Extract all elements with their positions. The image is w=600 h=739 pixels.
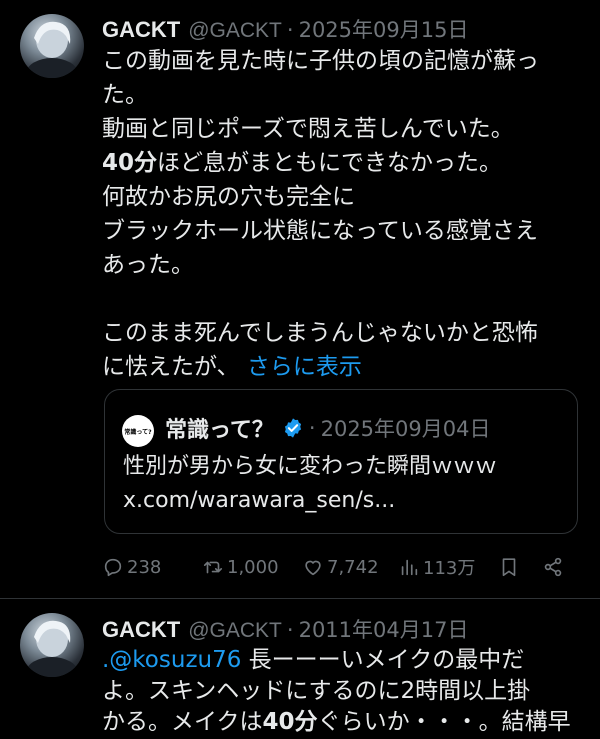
action-bar: 238 1,000 7,742 113万: [102, 552, 572, 582]
reply-icon: [104, 558, 122, 577]
reply-button[interactable]: 238: [102, 552, 161, 582]
tweet-line: よ。スキンヘッドにするのに2時間以上掛: [102, 678, 531, 704]
author-handle[interactable]: @GACKT: [188, 619, 282, 643]
tweet-line: 何故かお尻の穴も完全に: [102, 184, 355, 210]
like-button[interactable]: 7,742: [302, 552, 379, 582]
tweet-line: に怯えたが、: [102, 354, 240, 380]
bookmark-button[interactable]: [498, 552, 523, 582]
retweet-count: 1,000: [227, 556, 279, 578]
author-handle[interactable]: @GACKT: [188, 19, 282, 43]
quoted-header: 常識って？ · 2025年09月04日: [165, 412, 490, 444]
quoted-line: 性別が男から女に変わった瞬間ｗｗｗ: [123, 454, 498, 479]
tweet-line: このまま死んでしまうんじゃないかと恐怖: [102, 320, 538, 346]
quoted-date: 2025年09月04日: [320, 417, 491, 441]
reply-count: 238: [127, 556, 162, 578]
quoted-author-name[interactable]: 常識って？: [165, 412, 274, 444]
separator-dot: ·: [286, 18, 294, 42]
heart-icon: [305, 560, 321, 576]
view-count: 113万: [423, 558, 476, 579]
tweet-gackt-2011[interactable]: GACKT @GACKT · 2011年04月17日 .@kosuzu76 長ー…: [0, 599, 600, 739]
tweet-header: GACKT @GACKT · 2011年04月17日: [102, 614, 468, 644]
share-icon: [544, 557, 562, 577]
quoted-tweet-card[interactable]: 常識って? 常識って？ · 2025年09月04日 性別が男から女に変わった瞬間…: [104, 389, 578, 534]
tweet-gackt-2025[interactable]: GACKT @GACKT · 2025年09月15日 この動画を見た時に子供の頃…: [0, 0, 600, 598]
tweet-header: GACKT @GACKT · 2025年09月15日: [102, 14, 468, 44]
show-more-link[interactable]: さらに表示: [247, 354, 362, 380]
author-name[interactable]: GACKT: [102, 617, 180, 643]
avatar[interactable]: [20, 613, 84, 677]
tweet-line: ほど息がまともにできなかった。: [157, 150, 503, 176]
tweet-date[interactable]: 2025年09月15日: [299, 14, 469, 44]
tweet-body: .@kosuzu76 長ーーーいメイクの最中だ よ。スキンヘッドにするのに2時間…: [102, 645, 587, 738]
views-button[interactable]: 113万: [398, 552, 475, 582]
mention-link[interactable]: .@kosuzu76: [102, 647, 241, 673]
avatar[interactable]: [20, 14, 84, 78]
tweet-line: あった。: [102, 252, 194, 278]
quoted-link[interactable]: x.com/warawara_sen/s...: [123, 484, 563, 518]
tweet-line: 長ーーーいメイクの最中だ: [241, 647, 525, 673]
like-count: 7,742: [327, 556, 379, 578]
retweet-icon: [203, 561, 223, 574]
author-name[interactable]: GACKT: [102, 17, 180, 43]
retweet-button[interactable]: 1,000: [202, 552, 279, 582]
views-chart-icon: [401, 559, 418, 576]
tweet-date[interactable]: 2011年04月17日: [299, 614, 469, 644]
tweet-line: かる。メイクは: [102, 709, 263, 735]
tweet-bold-text: 40分: [262, 709, 318, 735]
avatar-portrait-icon: [26, 21, 78, 78]
avatar-portrait-icon: [26, 620, 78, 677]
separator-dot: ·: [286, 618, 294, 642]
share-button[interactable]: [542, 552, 567, 582]
tweet-line: 動画と同じポーズで悶え苦しんでいた。: [102, 116, 514, 142]
separator-dot: ·: [308, 416, 316, 440]
tweet-body: この動画を見た時に子供の頃の記憶が蘇っ た。 動画と同じポーズで悶え苦しんでいた…: [102, 44, 587, 384]
bookmark-icon: [502, 558, 516, 577]
tweet-line: ブラックホール状態になっている感覚さえ: [102, 218, 538, 244]
verified-badge-icon: [284, 418, 301, 438]
tweet-bold-text: 40分: [102, 150, 158, 176]
tweet-line: た。: [102, 82, 148, 108]
tweet-line: この動画を見た時に子供の頃の記憶が蘇っ: [102, 48, 539, 74]
quoted-body: 性別が男から女に変わった瞬間ｗｗｗ x.com/warawara_sen/s..…: [123, 450, 563, 518]
quoted-avatar[interactable]: 常識って?: [122, 415, 154, 447]
tweet-line: ぐらいか・・・。結構早: [317, 709, 571, 735]
